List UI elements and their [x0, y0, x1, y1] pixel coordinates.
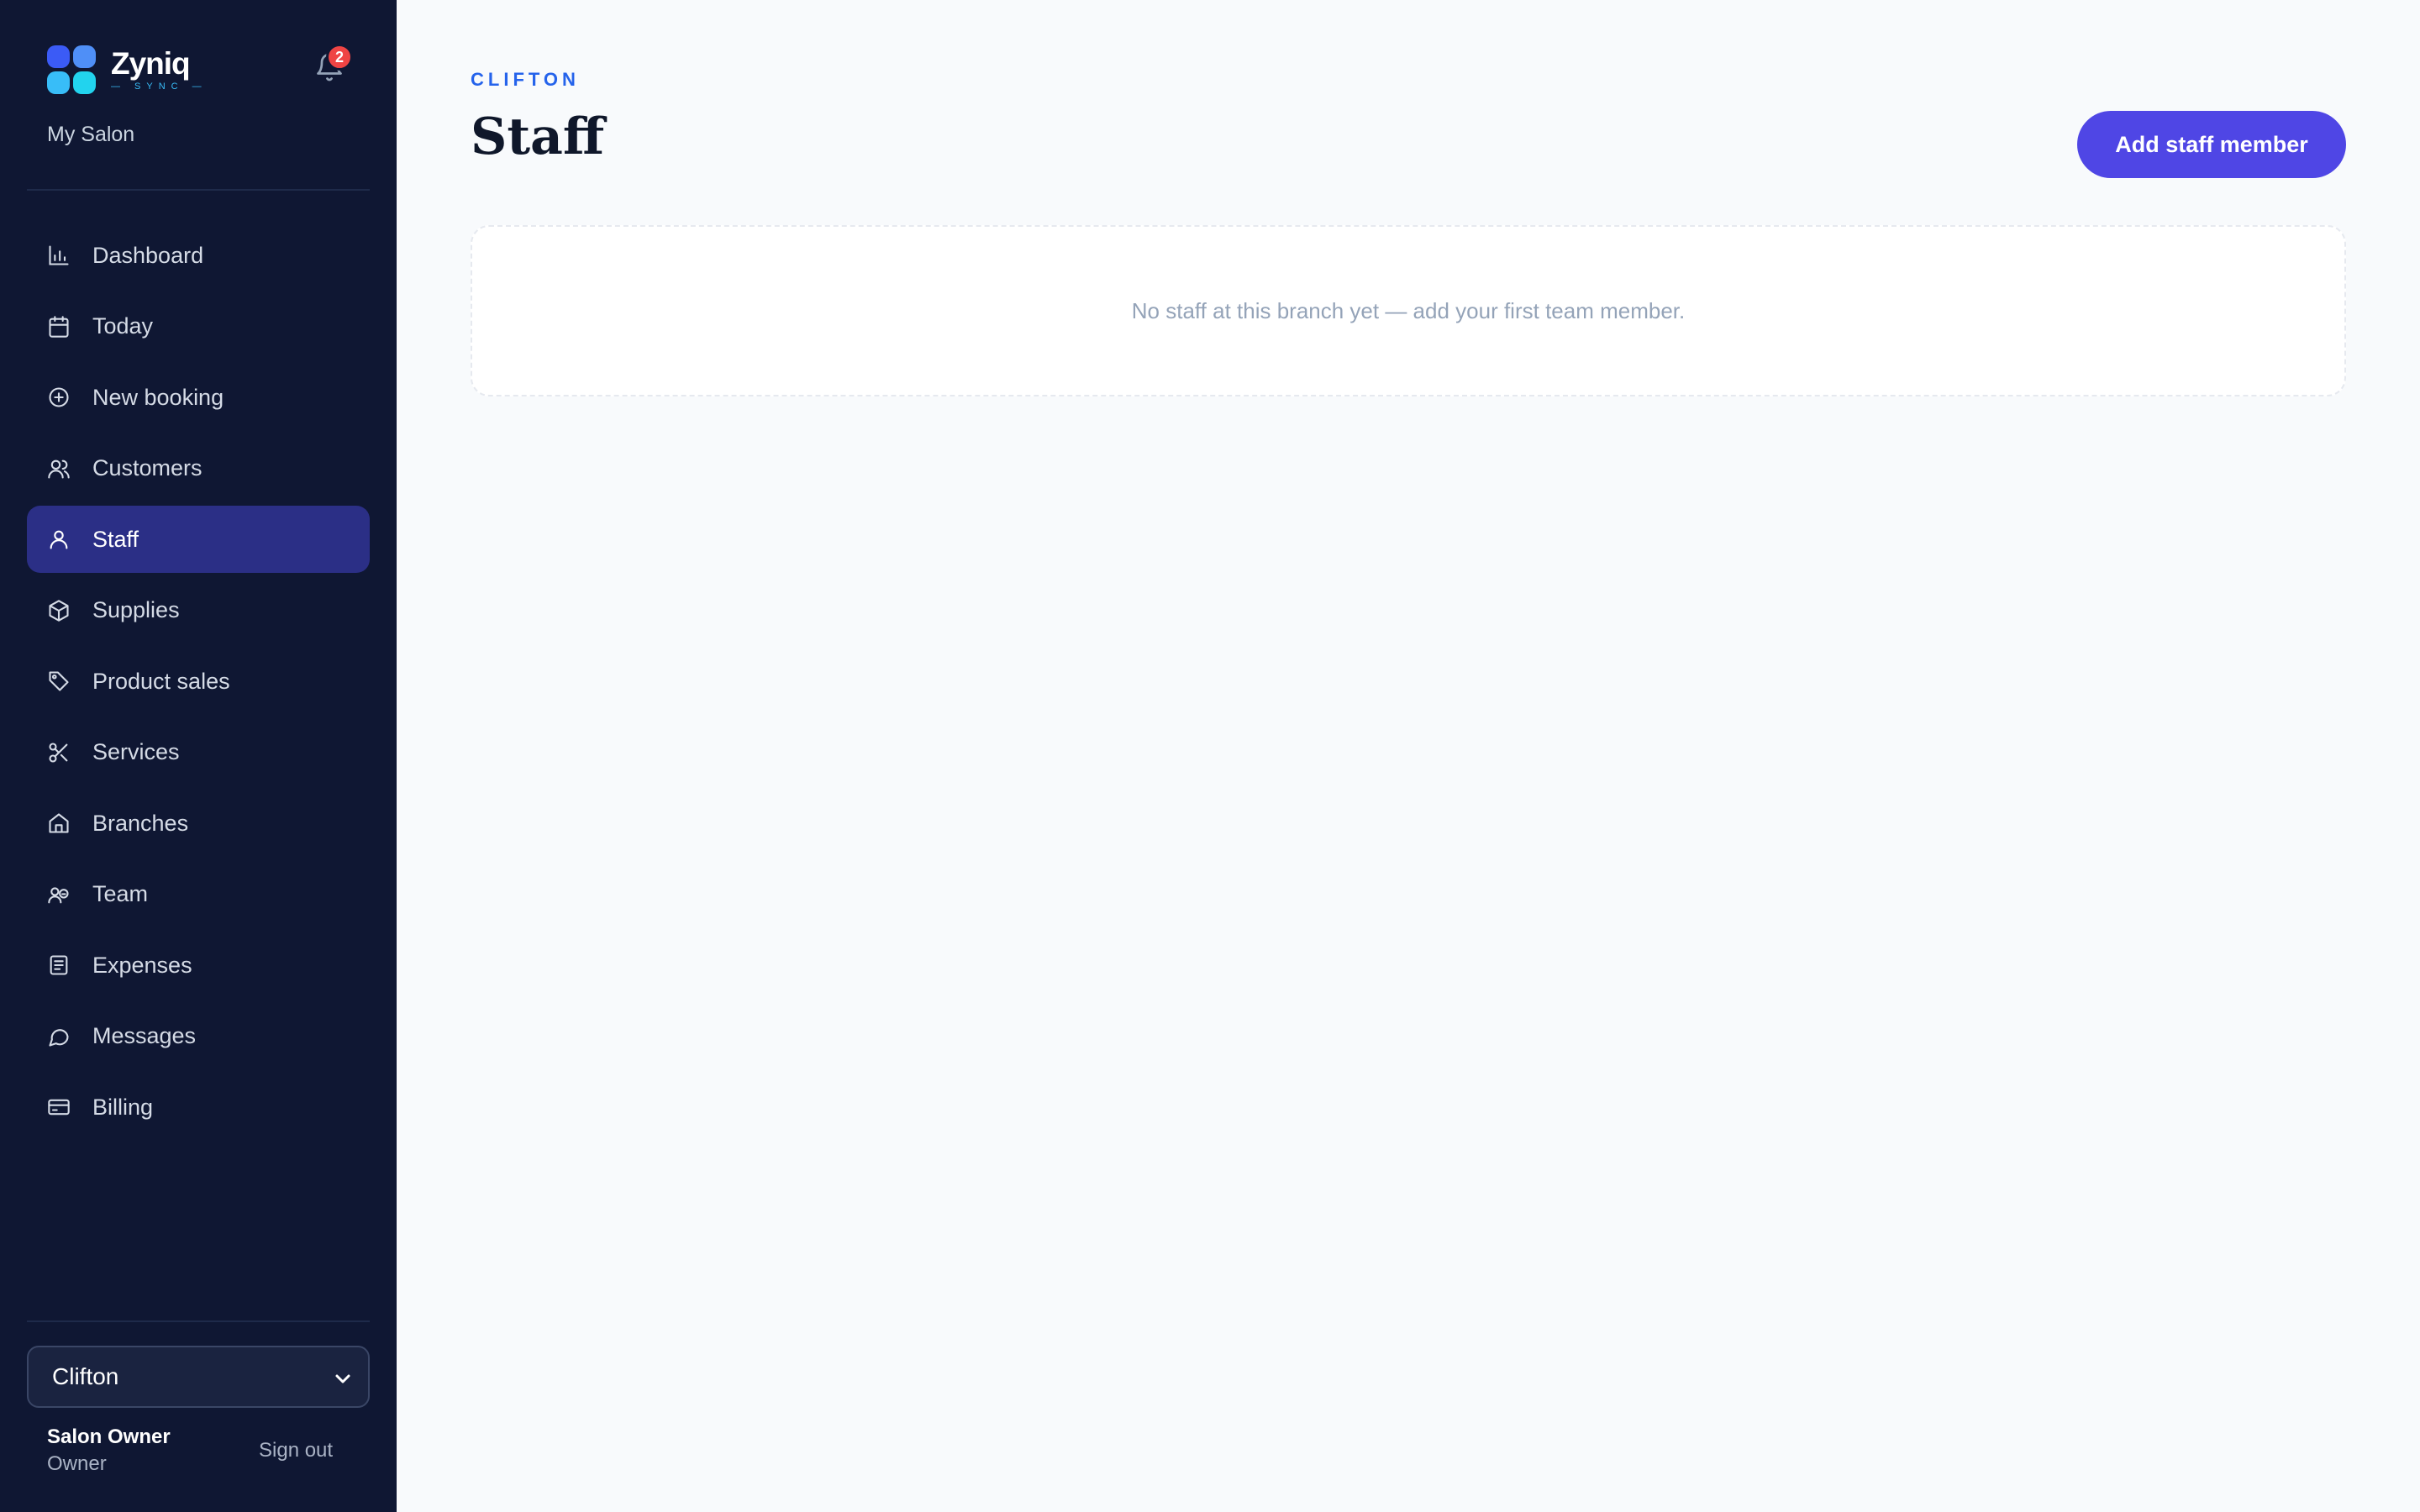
add-staff-button[interactable]: Add staff member	[2077, 111, 2346, 178]
sidebar-item-messages[interactable]: Messages	[27, 1003, 370, 1070]
sign-out-button[interactable]: Sign out	[259, 1439, 333, 1462]
user-name: Salon Owner	[47, 1425, 171, 1448]
salon-name: My Salon	[47, 123, 135, 146]
sidebar-item-today[interactable]: Today	[27, 293, 370, 360]
empty-state-card: No staff at this branch yet — add your f…	[471, 225, 2346, 396]
users-icon	[48, 459, 70, 479]
branch-select[interactable]: Clifton	[27, 1346, 370, 1408]
sidebar-item-label: Billing	[92, 1094, 154, 1120]
sidebar-item-label: Dashboard	[92, 242, 204, 268]
branch-select-value: Clifton	[52, 1363, 119, 1389]
sidebar-item-label: Team	[92, 881, 149, 906]
receipt-icon	[50, 955, 68, 975]
scissors-icon	[49, 742, 68, 763]
sidebar-item-label: Branches	[92, 810, 189, 836]
chat-icon	[49, 1028, 69, 1047]
credit-card-icon	[48, 1099, 70, 1116]
sidebar-item-billing[interactable]: Billing	[27, 1074, 370, 1141]
sidebar-item-dashboard[interactable]: Dashboard	[27, 222, 370, 289]
sidebar-item-customers[interactable]: Customers	[27, 435, 370, 502]
brand-name: Zyniq	[111, 46, 191, 81]
brand-sub: — SYNC —	[111, 81, 208, 92]
tag-icon	[49, 671, 69, 691]
brand-logo[interactable]: Zyniq — SYNC —	[47, 45, 208, 94]
user-role: Owner	[47, 1452, 107, 1475]
sidebar-item-services[interactable]: Services	[27, 719, 370, 786]
user-icon	[50, 530, 68, 549]
sidebar-item-staff[interactable]: Staff	[27, 506, 370, 573]
notification-badge: 2	[326, 44, 353, 71]
sidebar-item-label: Messages	[92, 1023, 197, 1048]
chevron-down-icon	[335, 1374, 350, 1383]
sidebar-item-label: Supplies	[92, 597, 180, 622]
sidebar-item-label: Services	[92, 739, 180, 764]
logo-icon	[47, 45, 96, 94]
sidebar-item-expenses[interactable]: Expenses	[27, 932, 370, 999]
calendar-icon	[49, 315, 69, 338]
logo-text: Zyniq — SYNC —	[111, 47, 208, 92]
sidebar-item-branches[interactable]: Branches	[27, 790, 370, 857]
sidebar: Zyniq — SYNC — 2 My Salon Dashboard Toda…	[0, 0, 397, 1512]
sidebar-item-label: Product sales	[92, 668, 230, 694]
sidebar-footer-divider	[27, 1320, 370, 1322]
box-icon	[49, 599, 69, 622]
sidebar-item-label: Expenses	[92, 952, 192, 978]
sidebar-item-label: New booking	[92, 384, 224, 410]
sidebar-item-team[interactable]: Team	[27, 861, 370, 928]
team-icon	[48, 886, 69, 903]
branch-label: CLIFTON	[471, 69, 580, 90]
bar-chart-icon	[49, 245, 69, 265]
empty-state-message: No staff at this branch yet — add your f…	[1131, 297, 1686, 323]
sidebar-item-label: Today	[92, 313, 154, 339]
sidebar-divider	[27, 189, 370, 191]
page-title: Staff	[471, 108, 605, 166]
plus-circle-icon	[49, 387, 69, 407]
home-icon	[49, 813, 69, 833]
sidebar-item-label: Staff	[92, 526, 139, 552]
sidebar-item-new-booking[interactable]: New booking	[27, 364, 370, 431]
sidebar-item-product-sales[interactable]: Product sales	[27, 648, 370, 715]
sidebar-nav: Dashboard Today New booking Customers St…	[27, 222, 370, 1145]
sidebar-item-supplies[interactable]: Supplies	[27, 577, 370, 644]
sidebar-item-label: Customers	[92, 455, 203, 480]
